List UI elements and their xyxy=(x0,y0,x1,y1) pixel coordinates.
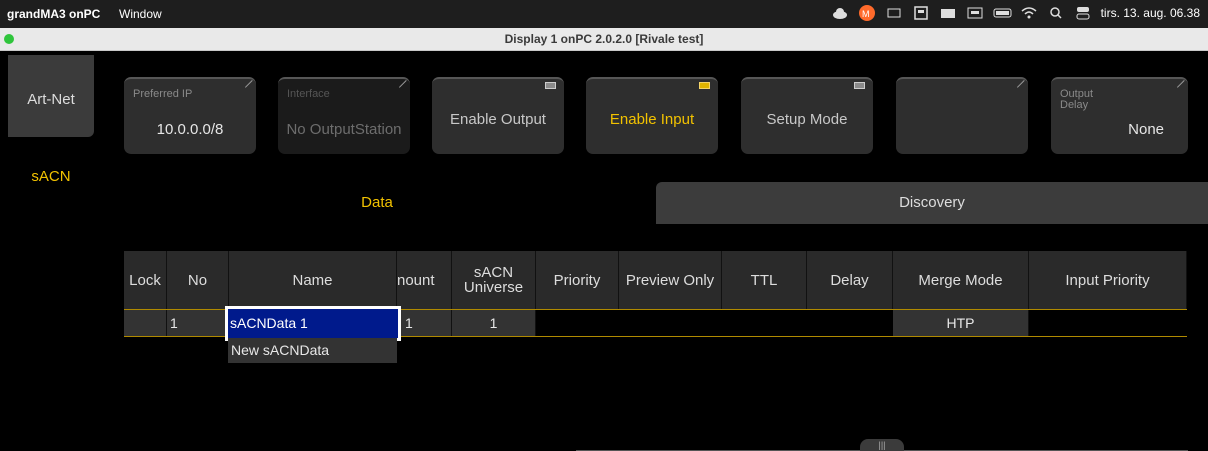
toggle-indicator-icon xyxy=(545,82,556,89)
toggle-indicator-icon xyxy=(854,82,865,89)
calculator-icon[interactable] xyxy=(912,5,930,21)
enable-input-label: Enable Input xyxy=(609,111,695,128)
cell-no[interactable]: 1 xyxy=(167,310,229,336)
interface-label: Interface xyxy=(287,88,330,100)
output-delay-button[interactable]: Output Delay None xyxy=(1051,77,1189,154)
window-title: Display 1 onPC 2.0.2.0 [Rivale test] xyxy=(504,32,704,46)
corner-edit-icon xyxy=(398,80,411,93)
new-sacndata-row[interactable]: New sACNData xyxy=(228,338,397,363)
tab-sacn[interactable]: sACN xyxy=(8,168,94,185)
name-edit-field[interactable]: sACNData 1 xyxy=(225,306,401,341)
column-header-merge-mode[interactable]: Merge Mode xyxy=(893,251,1029,309)
menu-bar: grandMA3 onPC Window M tirs. 13. aug. 06… xyxy=(0,0,1208,28)
cell-universe[interactable]: 1 xyxy=(452,310,536,336)
setup-mode-button[interactable]: Setup Mode xyxy=(741,77,873,154)
output-delay-label: Output Delay xyxy=(1060,88,1094,111)
interface-button[interactable]: Interface No OutputStation xyxy=(278,77,411,154)
column-header-preview-only[interactable]: Preview Only xyxy=(619,251,722,309)
screen-icon[interactable] xyxy=(885,5,903,21)
column-header-delay[interactable]: Delay xyxy=(807,251,893,309)
app-area: Art-Net sACN Preferred IP 10.0.0.0/8 Int… xyxy=(0,51,1208,451)
toggle-indicator-icon xyxy=(699,82,710,89)
app-menu[interactable]: grandMA3 onPC xyxy=(7,7,100,21)
enable-output-button[interactable]: Enable Output xyxy=(432,77,564,154)
preferred-ip-value: 10.0.0.0/8 xyxy=(156,121,224,138)
enable-input-button[interactable]: Enable Input xyxy=(586,77,718,154)
output-delay-value: None xyxy=(1128,121,1164,138)
corner-edit-icon xyxy=(1016,80,1029,93)
memory-icon[interactable] xyxy=(939,5,957,21)
setup-mode-label: Setup Mode xyxy=(766,111,848,128)
tab-discovery[interactable]: Discovery xyxy=(656,182,1208,224)
cell-merge-mode[interactable]: HTP xyxy=(893,310,1029,336)
preferred-ip-button[interactable]: Preferred IP 10.0.0.0/8 xyxy=(124,77,257,154)
column-header-no[interactable]: No xyxy=(167,251,229,309)
interface-value: No OutputStation xyxy=(286,121,402,138)
column-header-lock[interactable]: Lock xyxy=(124,251,167,309)
tab-data[interactable]: Data xyxy=(98,182,656,224)
empty-button[interactable] xyxy=(896,77,1029,154)
cloud-icon[interactable] xyxy=(831,5,849,21)
column-header-priority[interactable]: Priority xyxy=(536,251,619,309)
window-titlebar: Display 1 onPC 2.0.2.0 [Rivale test] xyxy=(0,28,1208,51)
search-icon[interactable] xyxy=(1047,5,1065,21)
cell-amount[interactable]: 1 xyxy=(397,310,452,336)
svg-text:M: M xyxy=(862,9,870,19)
app-badge-icon[interactable]: M xyxy=(858,5,876,21)
column-header-ttl[interactable]: TTL xyxy=(722,251,807,309)
column-header-name[interactable]: Name xyxy=(229,251,397,309)
preferred-ip-label: Preferred IP xyxy=(133,88,193,100)
window-menu[interactable]: Window xyxy=(119,7,162,21)
enable-output-label: Enable Output xyxy=(450,111,546,128)
corner-edit-icon xyxy=(1176,80,1189,93)
corner-edit-icon xyxy=(244,80,257,93)
cell-lock[interactable] xyxy=(124,310,167,336)
clock[interactable]: tirs. 13. aug. 06.38 xyxy=(1101,6,1200,20)
battery-icon[interactable] xyxy=(993,5,1012,21)
scroll-handle-icon[interactable]: ||| xyxy=(860,439,904,451)
tab-artnet[interactable]: Art-Net xyxy=(8,55,94,137)
column-header-universe[interactable]: sACN Universe xyxy=(452,251,536,309)
control-center-icon[interactable] xyxy=(1074,5,1092,21)
wifi-icon[interactable] xyxy=(1020,5,1038,21)
column-header-amount[interactable]: nount xyxy=(397,251,452,309)
column-header-input-priority[interactable]: Input Priority xyxy=(1029,251,1187,309)
keyboard-icon[interactable] xyxy=(966,5,984,21)
